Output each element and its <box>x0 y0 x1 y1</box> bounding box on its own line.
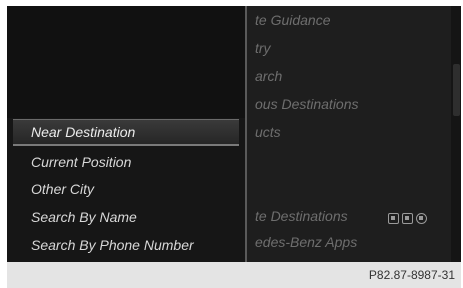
submenu-item-other-city[interactable]: Other City <box>31 181 94 197</box>
bg-menu-item-entry[interactable]: try <box>255 40 271 56</box>
submenu-item-search-by-name[interactable]: Search By Name <box>31 209 137 225</box>
settings-icon <box>416 213 427 224</box>
bg-menu-item-favorite-destinations[interactable]: te Destinations <box>255 208 348 224</box>
submenu-overlay: Near Destination Current Position Other … <box>7 6 247 262</box>
note-icon <box>388 213 399 224</box>
bg-menu-item-route-guidance[interactable]: te Guidance <box>255 12 331 28</box>
submenu-item-search-by-phone-number[interactable]: Search By Phone Number <box>31 237 194 253</box>
bg-menu-item-search[interactable]: arch <box>255 68 282 84</box>
submenu-item-near-destination[interactable]: Near Destination <box>13 119 239 146</box>
submenu-item-current-position[interactable]: Current Position <box>31 154 131 170</box>
submenu-empty-area <box>7 6 245 118</box>
destination-icons <box>388 213 427 224</box>
scrollbar[interactable] <box>451 6 461 262</box>
background-menu: te Guidance try arch ous Destinations uc… <box>245 6 461 262</box>
navigation-screen: te Guidance try arch ous Destinations uc… <box>7 6 461 262</box>
image-footer: P82.87-8987-31 <box>7 262 461 288</box>
submenu-item-label: Near Destination <box>31 124 136 140</box>
figure-code: P82.87-8987-31 <box>368 268 455 282</box>
bg-menu-item-mercedes-benz-apps[interactable]: edes-Benz Apps <box>255 234 357 250</box>
bg-menu-item-previous-destinations[interactable]: ous Destinations <box>255 96 359 112</box>
card-icon <box>402 213 413 224</box>
scrollbar-thumb[interactable] <box>453 64 460 116</box>
bg-menu-item-contacts[interactable]: ucts <box>255 124 281 140</box>
